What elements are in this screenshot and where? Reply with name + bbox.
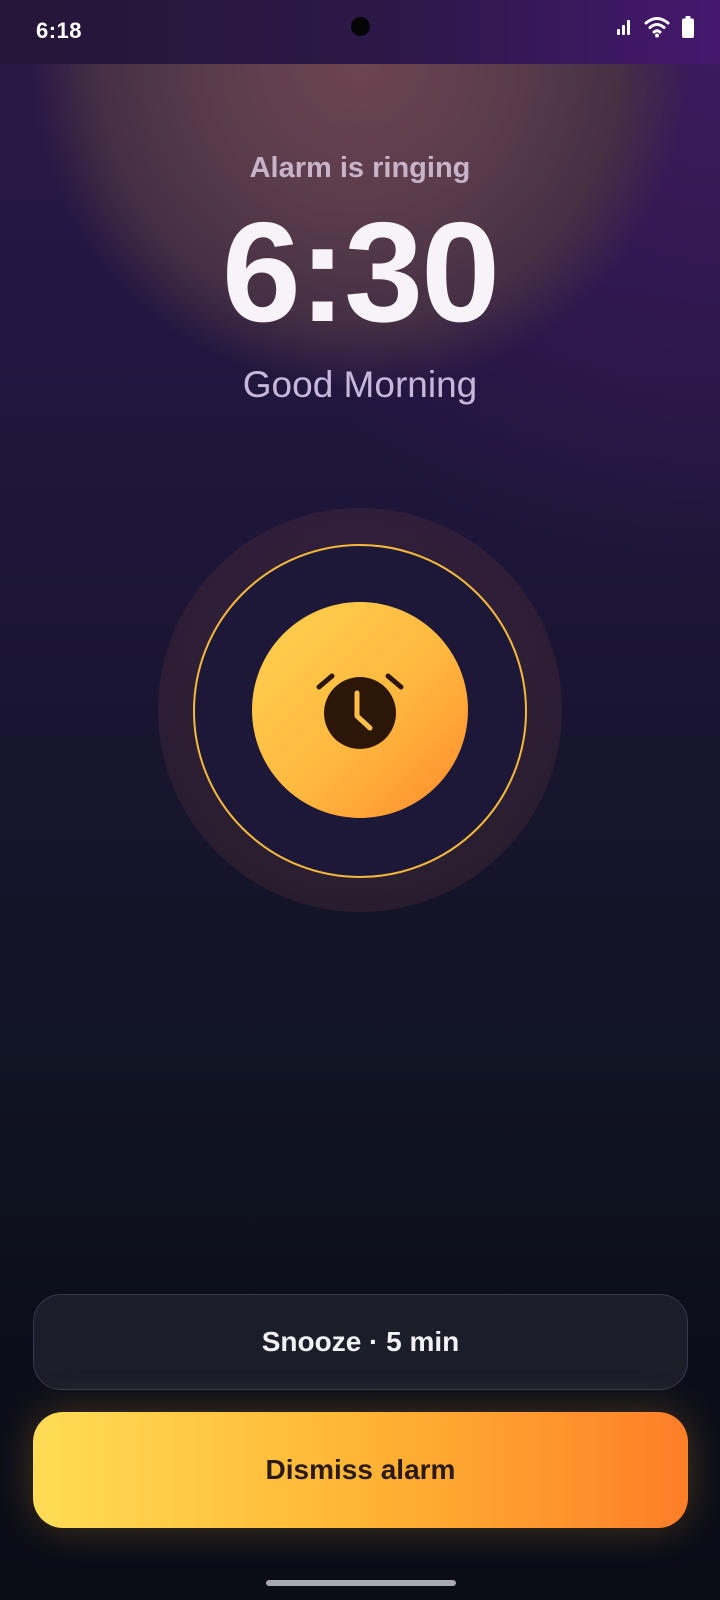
alarm-status-label: Alarm is ringing	[249, 152, 471, 184]
alarm-time: 6:30	[221, 193, 500, 352]
battery-icon	[682, 16, 694, 42]
snooze-button[interactable]: Snooze · 5 min	[33, 1294, 688, 1390]
front-camera-cutout	[351, 17, 370, 36]
alarm-clock-icon	[312, 665, 408, 755]
signal-icon	[616, 18, 632, 40]
greeting-text: Good Morning	[242, 364, 478, 405]
status-bar: 6:18	[0, 0, 720, 64]
dismiss-alarm-button[interactable]: Dismiss alarm	[33, 1412, 688, 1528]
home-indicator[interactable]	[266, 1580, 456, 1586]
alarm-ringing-screen: 6:18 Alarm is ringing 6:30 Good Morning …	[0, 0, 720, 1600]
status-icons	[616, 16, 694, 42]
alarm-orb	[252, 602, 468, 818]
status-time: 6:18	[36, 18, 83, 43]
wifi-icon	[644, 16, 670, 42]
